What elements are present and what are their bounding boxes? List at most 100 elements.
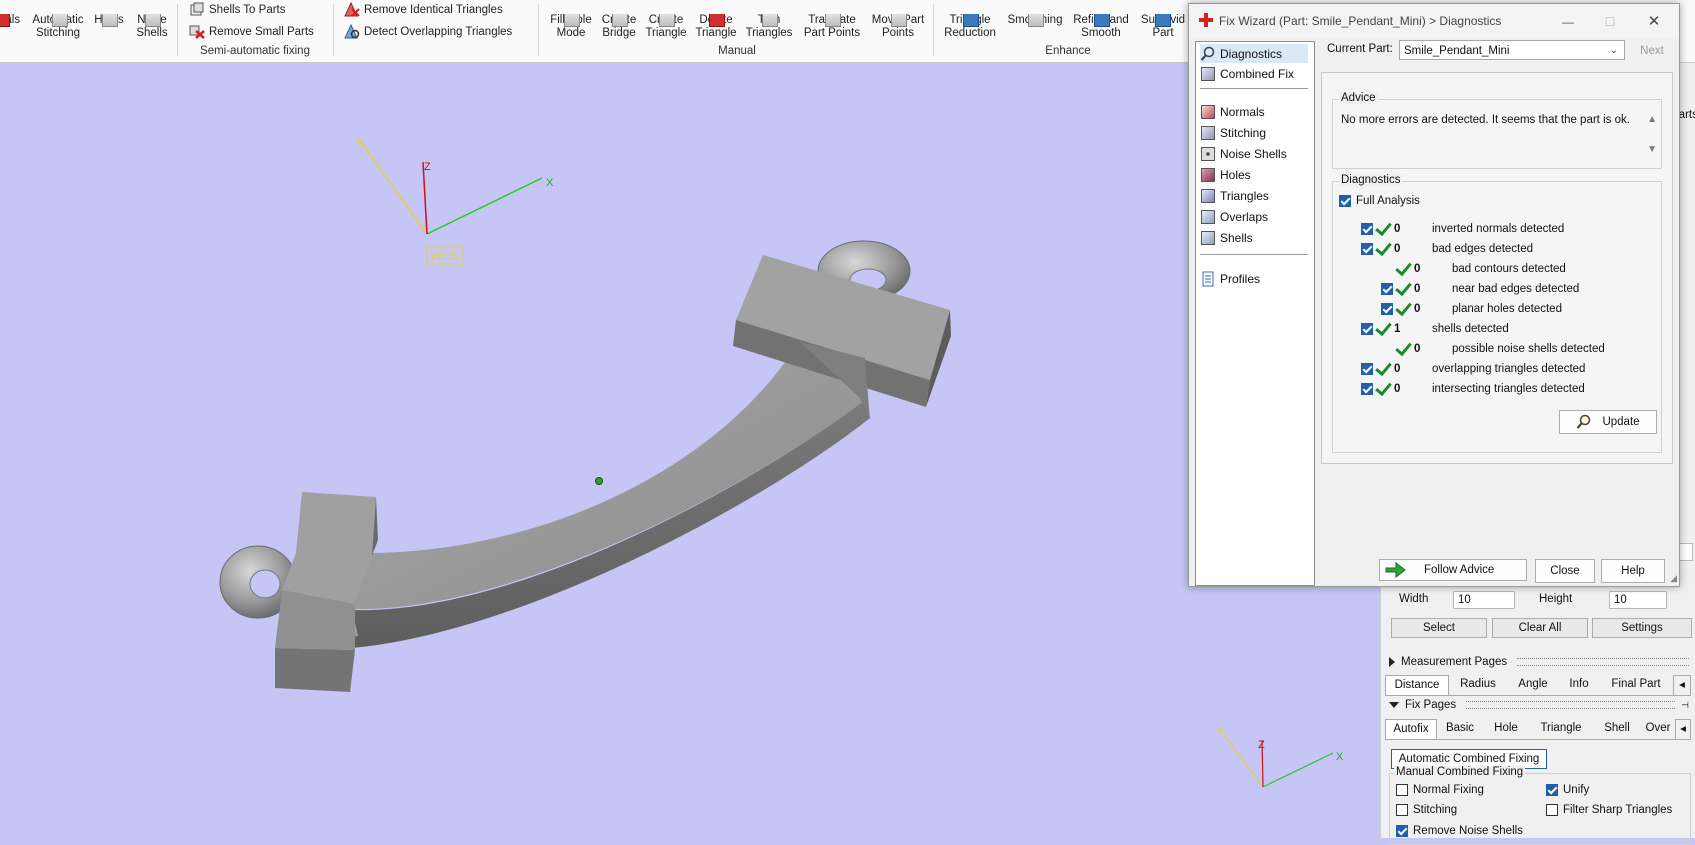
ok-check-icon [1395, 338, 1412, 357]
row-checkbox[interactable] [1361, 363, 1373, 375]
close-button[interactable]: Close [1535, 559, 1595, 583]
row-checkbox[interactable] [1381, 283, 1393, 295]
row-checkbox[interactable] [1361, 243, 1373, 255]
axis-y-label: Y [356, 139, 364, 151]
ribbon-holes-button[interactable]: Holes [92, 14, 126, 27]
3d-viewport[interactable]: Y X Z WCS Y X Z [0, 63, 1380, 838]
clear-all-button[interactable]: Clear All [1492, 618, 1588, 638]
filter-sharp-triangles-checkbox[interactable]: Filter Sharp Triangles [1546, 804, 1672, 816]
nav-diagnostics[interactable]: Diagnostics [1200, 44, 1308, 63]
wizard-navigation: Diagnostics Combined Fix Normals Stitchi… [1195, 41, 1315, 586]
detect-overlapping-triangles-button[interactable]: Detect Overlapping Triangles [344, 24, 512, 39]
tab-overlaps[interactable]: Over [1641, 719, 1675, 738]
refine-and-smooth-button[interactable]: Refine and Smooth [1068, 14, 1134, 40]
row-count: 0 [1414, 343, 1421, 355]
translate-part-points-button[interactable]: Translate Part Points [797, 14, 867, 40]
settings-button[interactable]: Settings [1592, 618, 1692, 638]
follow-advice-button[interactable]: Follow Advice [1379, 559, 1527, 581]
close-window-button[interactable]: ✕ [1639, 10, 1669, 34]
scroll-down-icon[interactable]: ▼ [1647, 144, 1657, 155]
tab-autofix[interactable]: Autofix [1385, 719, 1437, 739]
create-triangle-button[interactable]: Create Triangle [642, 14, 690, 40]
diagnostic-row: 0 bad contours detected [1381, 258, 1566, 278]
tab-scroll-left-button[interactable]: ◂ [1675, 719, 1691, 740]
ok-check-icon [1375, 318, 1392, 337]
nav-shells[interactable]: Shells [1200, 228, 1253, 247]
nav-profiles[interactable]: Profiles [1200, 269, 1260, 288]
row-label: near bad edges detected [1452, 283, 1580, 295]
tab-shell[interactable]: Shell [1595, 719, 1639, 738]
row-count: 1 [1394, 323, 1401, 335]
ribbon-noise-shells-button[interactable]: Noise Shells [132, 14, 172, 40]
move-part-points-button[interactable]: Move Part Points [868, 14, 928, 40]
height-input[interactable]: 10 [1609, 591, 1667, 609]
select-button[interactable]: Select [1391, 618, 1487, 638]
header-grip [1517, 658, 1689, 666]
scroll-up-icon[interactable]: ▲ [1647, 114, 1657, 125]
row-checkbox[interactable] [1361, 323, 1373, 335]
ribbon-normals-button[interactable]: rmals [0, 14, 28, 27]
orientation-gizmo: Y X Z [1216, 726, 1344, 788]
advice-text: No more errors are detected. It seems th… [1341, 114, 1630, 126]
width-label: Width [1399, 593, 1429, 605]
trim-triangles-button[interactable]: Trim Triangles [742, 14, 796, 40]
tab-info[interactable]: Info [1559, 675, 1599, 694]
pin-icon[interactable]: ⊣ [1681, 700, 1689, 711]
smoothing-button[interactable]: Smoothing [1003, 14, 1067, 27]
remove-identical-triangles-button[interactable]: Remove Identical Triangles [344, 2, 503, 17]
shells-to-parts-button[interactable]: Shells To Parts [189, 2, 286, 17]
unify-checkbox[interactable]: Unify [1546, 784, 1589, 796]
stitching-checkbox[interactable]: Stitching [1396, 804, 1457, 816]
gizmo-y-label: Y [1216, 726, 1224, 738]
normal-fixing-checkbox[interactable]: Normal Fixing [1396, 784, 1484, 796]
remove-noise-shells-checkbox[interactable]: Remove Noise Shells [1396, 825, 1523, 837]
checkbox-box [1339, 195, 1351, 207]
tab-triangle[interactable]: Triangle [1529, 719, 1593, 738]
current-part-select[interactable]: Smile_Pendant_Mini ⌄ [1399, 40, 1625, 60]
nav-overlaps[interactable]: Overlaps [1200, 207, 1268, 226]
nav-noise-shells[interactable]: Noise Shells [1200, 144, 1287, 163]
measurement-pages-header[interactable]: Measurement Pages [1389, 654, 1689, 670]
maximize-button: ☐ [1604, 15, 1616, 29]
detect-overlapping-triangles-icon [344, 24, 360, 39]
current-part-label: Current Part: [1327, 43, 1393, 55]
nav-label: Overlaps [1220, 209, 1269, 224]
ribbon-automatic-stitching-button[interactable]: Automatic Stitching [28, 14, 88, 40]
nav-holes[interactable]: Holes [1200, 165, 1251, 184]
subdivide-part-button[interactable]: Subdivid Part [1135, 14, 1191, 40]
tab-radius[interactable]: Radius [1449, 675, 1507, 694]
minimize-button[interactable]: — [1553, 10, 1583, 34]
tab-distance[interactable]: Distance [1385, 675, 1449, 695]
tab-final-part[interactable]: Final Part [1601, 675, 1671, 694]
tab-angle[interactable]: Angle [1509, 675, 1557, 694]
remove-small-parts-button[interactable]: Remove Small Parts [189, 24, 314, 39]
nav-triangles[interactable]: Triangles [1200, 186, 1269, 205]
smile-pendant-model[interactable] [219, 240, 951, 692]
ok-check-icon [1375, 218, 1392, 237]
fill-hole-mode-button[interactable]: Fill Hole Mode [546, 14, 596, 40]
help-button[interactable]: Help [1601, 559, 1665, 583]
row-checkbox[interactable] [1381, 303, 1393, 315]
full-analysis-checkbox[interactable]: Full Analysis [1339, 192, 1420, 210]
diagnostics-page: Advice No more errors are detected. It s… [1321, 72, 1673, 464]
fix-pages-header[interactable]: Fix Pages ⊣ [1389, 697, 1689, 713]
next-button[interactable]: Next [1631, 42, 1673, 60]
create-bridge-button[interactable]: Create Bridge [597, 14, 641, 40]
delete-triangle-button[interactable]: Delete Triangle [691, 14, 741, 40]
row-checkbox[interactable] [1361, 223, 1373, 235]
triangle-reduction-button[interactable]: Triangle Reduction [938, 14, 1002, 40]
advice-title: Advice [1339, 92, 1378, 104]
nav-label: Stitching [1220, 125, 1267, 140]
tab-basic[interactable]: Basic [1437, 719, 1483, 738]
dialog-title-bar[interactable]: Fix Wizard (Part: Smile_Pendant_Mini) > … [1189, 4, 1679, 38]
resize-grip-icon[interactable]: ◢ [1670, 573, 1677, 584]
axis-z-label: Z [424, 161, 431, 173]
update-button[interactable]: Update [1559, 410, 1657, 434]
nav-stitching[interactable]: Stitching [1200, 123, 1266, 142]
nav-normals[interactable]: Normals [1200, 102, 1265, 121]
tab-hole[interactable]: Hole [1485, 719, 1527, 738]
tab-scroll-left-button[interactable]: ◂ [1673, 675, 1691, 696]
width-input[interactable]: 10 [1453, 591, 1515, 609]
row-checkbox[interactable] [1361, 383, 1373, 395]
nav-combined-fix[interactable]: Combined Fix [1200, 64, 1294, 83]
